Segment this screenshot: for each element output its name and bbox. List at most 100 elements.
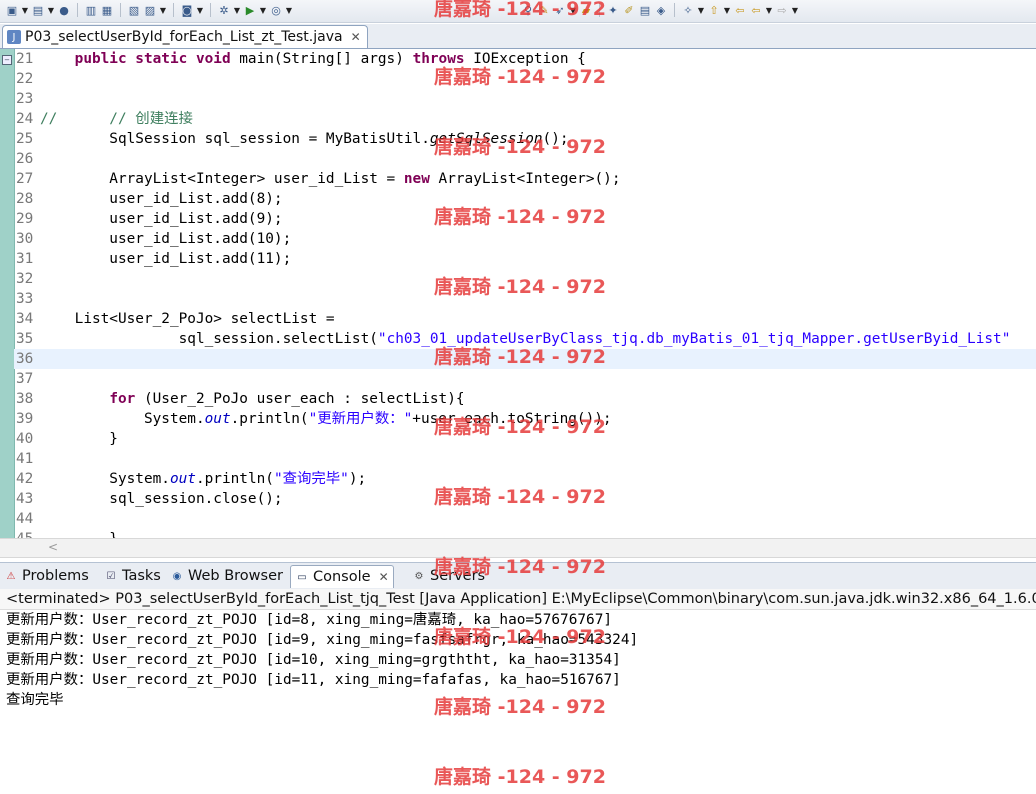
code-line[interactable]: 30 user_id_List.add(10); — [14, 229, 1036, 249]
code-line[interactable]: 21 public static void main(String[] args… — [14, 49, 1036, 69]
close-icon[interactable]: ✕ — [379, 570, 389, 584]
gear-icon[interactable]: ✲ — [216, 2, 232, 18]
back-icon[interactable]: ⇦ — [732, 2, 748, 18]
code-line[interactable]: 39 System.out.println("更新用户数："+user_each… — [14, 409, 1036, 429]
console-view[interactable]: <terminated> P03_selectUserById_forEach_… — [0, 589, 1036, 794]
problems-icon: ⚠ — [6, 570, 16, 582]
line-number: 35 — [16, 331, 34, 347]
toolbar-separator — [77, 3, 78, 17]
code-line[interactable]: 34 List<User_2_PoJo> selectList = — [14, 309, 1036, 329]
debug-icon[interactable]: ▨ — [142, 2, 158, 18]
horizontal-scrollbar[interactable]: < — [0, 538, 1036, 558]
code-line[interactable]: 32 — [14, 269, 1036, 289]
line-number: 44 — [16, 511, 34, 527]
chevron-down-icon[interactable]: ▼ — [696, 2, 706, 18]
code-line[interactable]: 43 sql_session.close(); — [14, 489, 1036, 509]
code-editor[interactable]: − 21 public static void main(String[] ar… — [0, 49, 1036, 538]
globe-icon[interactable]: ● — [56, 2, 72, 18]
chevron-down-icon[interactable]: ▼ — [284, 2, 294, 18]
code-line[interactable]: 44 — [14, 509, 1036, 529]
step-icon[interactable]: ✦ — [605, 2, 621, 18]
pen-icon[interactable]: ✎ — [536, 2, 552, 18]
chevron-down-icon[interactable]: ▼ — [258, 2, 268, 18]
code-line[interactable]: 22 — [14, 69, 1036, 89]
console-output: 更新用户数：User_record_zt_POJO [id=8, xing_mi… — [0, 610, 1036, 710]
code-line[interactable]: 36 — [14, 349, 1036, 369]
editor-tab-label: P03_selectUserById_forEach_List_zt_Test.… — [25, 29, 343, 45]
code-token: throws — [412, 51, 465, 67]
code-line[interactable]: 45 } — [14, 529, 1036, 538]
chevron-down-icon[interactable]: ▼ — [46, 2, 56, 18]
deploy-icon[interactable]: ▦ — [99, 2, 115, 18]
folder-icon[interactable]: ▰ — [578, 2, 594, 18]
pin-icon[interactable]: ✧ — [680, 2, 696, 18]
chevron-down-icon[interactable]: ▼ — [158, 2, 168, 18]
toolbar-separator — [173, 3, 174, 17]
code-line[interactable]: 37 — [14, 369, 1036, 389]
tab-label: Tasks — [122, 568, 161, 584]
line-number: 21 — [16, 51, 34, 67]
console-status-line: <terminated> P03_selectUserById_forEach_… — [0, 589, 1036, 610]
run-icon[interactable]: ▶ — [242, 2, 258, 18]
forward-icon[interactable]: ⇧ — [706, 2, 722, 18]
tab-console[interactable]: ▭ Console ✕ — [290, 565, 394, 588]
annotate-icon[interactable]: ✐ — [621, 2, 637, 18]
tab-label: Web Browser — [188, 568, 283, 584]
back2-icon[interactable]: ⇦ — [748, 2, 764, 18]
code-line[interactable]: 42 System.out.println("查询完毕"); — [14, 469, 1036, 489]
tab-servers[interactable]: ⚙ Servers — [412, 566, 486, 586]
search-icon[interactable]: ⚲ — [520, 2, 536, 18]
tab-tasks[interactable]: ☑ Tasks — [104, 566, 161, 586]
line-number: 25 — [16, 131, 34, 147]
chevron-down-icon[interactable]: ▼ — [764, 2, 774, 18]
chevron-down-icon[interactable]: ▼ — [195, 2, 205, 18]
chevron-down-icon[interactable]: ▼ — [20, 2, 30, 18]
tasks-icon: ☑ — [106, 570, 116, 582]
view-tab-bar: ⚠ Problems ☑ Tasks ◉ Web Browser ▭ Conso… — [0, 562, 1036, 590]
camera-icon[interactable]: ◙ — [179, 2, 195, 18]
code-token: out — [169, 471, 196, 487]
tab-web-browser[interactable]: ◉ Web Browser — [170, 566, 283, 586]
chevron-down-icon[interactable]: ▼ — [722, 2, 732, 18]
code-line[interactable]: 33 — [14, 289, 1036, 309]
window-icon[interactable]: ▧ — [126, 2, 142, 18]
profile-icon[interactable]: ◎ — [268, 2, 284, 18]
code-line[interactable]: 29 user_id_List.add(9); — [14, 209, 1036, 229]
chevron-down-icon[interactable]: ▼ — [790, 2, 800, 18]
code-line[interactable]: 40 } — [14, 429, 1036, 449]
code-line[interactable]: 26 — [14, 149, 1036, 169]
save-all-icon[interactable]: ▣ — [4, 2, 20, 18]
nav-icon[interactable]: ⇨ — [774, 2, 790, 18]
new-icon[interactable]: ▤ — [30, 2, 46, 18]
console-output-line: 更新用户数：User_record_zt_POJO [id=9, xing_mi… — [6, 632, 639, 648]
code-line[interactable]: 35 sql_session.selectList("ch03_01_updat… — [14, 329, 1036, 349]
line-number: 45 — [14, 529, 40, 538]
code-line[interactable]: 24 // // 创建连接 — [14, 109, 1036, 129]
code-line[interactable]: 31 user_id_List.add(11); — [14, 249, 1036, 269]
code-line[interactable]: 38 for (User_2_PoJo user_each : selectLi… — [14, 389, 1036, 409]
scroll-left-icon[interactable]: < — [48, 540, 58, 554]
code-line[interactable]: 27 ArrayList<Integer> user_id_List = new… — [14, 169, 1036, 189]
editor-tab-active[interactable]: J P03_selectUserById_forEach_List_zt_Tes… — [2, 25, 368, 48]
code-line[interactable]: 28 user_id_List.add(8); — [14, 189, 1036, 209]
code-line[interactable]: 25 SqlSession sql_session = MyBatisUtil.… — [14, 129, 1036, 149]
code-token: ArrayList<Integer>(); — [429, 171, 621, 187]
arrow-icon[interactable]: ➶ — [552, 2, 568, 18]
rss-icon[interactable]: ◈ — [653, 2, 669, 18]
code-line[interactable]: 23 — [14, 89, 1036, 109]
line-number: 22 — [16, 71, 34, 87]
tab-label: Servers — [430, 568, 486, 584]
fold-icon[interactable]: − — [2, 55, 12, 65]
code-token: (User_2_PoJo user_each : selectList){ — [135, 391, 465, 407]
server-icon[interactable]: ▥ — [83, 2, 99, 18]
doc-icon[interactable]: ▤ — [637, 2, 653, 18]
chevron-down-icon[interactable]: ▼ — [232, 2, 242, 18]
chevron-down-icon[interactable]: ▼ — [568, 2, 578, 18]
tab-problems[interactable]: ⚠ Problems — [4, 566, 89, 586]
line-number: 32 — [16, 271, 34, 287]
code-line[interactable]: 41 — [14, 449, 1036, 469]
close-icon[interactable]: ✕ — [351, 30, 361, 44]
code-token: } — [40, 431, 118, 447]
code-token: sql_session.close(); — [40, 491, 283, 507]
code-token: (); — [542, 131, 569, 147]
